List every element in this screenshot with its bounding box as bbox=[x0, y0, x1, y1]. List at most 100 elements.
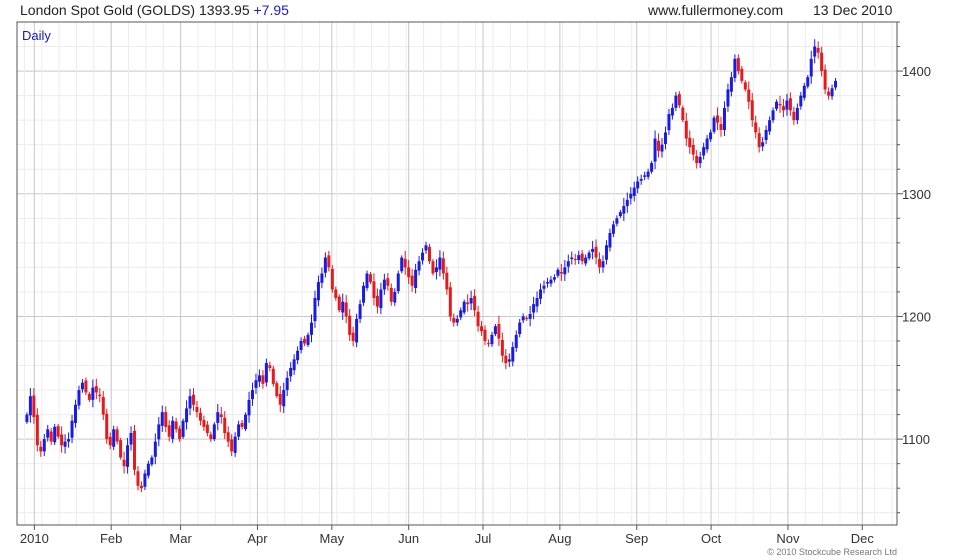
candle bbox=[709, 129, 713, 142]
candle bbox=[747, 81, 751, 110]
candle bbox=[743, 80, 747, 92]
candle bbox=[240, 419, 244, 430]
candle-body bbox=[518, 322, 522, 335]
candle bbox=[209, 431, 213, 442]
candle-body bbox=[344, 302, 348, 317]
candle bbox=[539, 283, 543, 305]
candle-body bbox=[87, 393, 91, 400]
candle bbox=[622, 197, 626, 222]
candle bbox=[414, 263, 418, 294]
x-tick-label: Mar bbox=[169, 531, 192, 546]
candle-body bbox=[167, 425, 171, 437]
candle-body bbox=[105, 413, 109, 440]
candle-body bbox=[101, 396, 105, 415]
candle-body bbox=[816, 48, 820, 53]
candle bbox=[452, 313, 456, 327]
candle bbox=[32, 388, 36, 424]
candle bbox=[205, 420, 209, 437]
candle bbox=[643, 171, 647, 181]
candle bbox=[431, 259, 435, 276]
candle bbox=[87, 391, 91, 402]
candle bbox=[823, 64, 827, 95]
candle-body bbox=[330, 268, 334, 290]
candle-body bbox=[532, 304, 536, 313]
candle bbox=[684, 112, 688, 146]
candle-body bbox=[493, 326, 497, 335]
candle bbox=[410, 269, 414, 292]
candle bbox=[466, 294, 470, 312]
candle-body bbox=[195, 406, 199, 413]
candle bbox=[816, 41, 820, 59]
candle-body bbox=[622, 206, 626, 214]
candle-body bbox=[278, 393, 282, 405]
candle-body bbox=[729, 77, 733, 92]
candle bbox=[702, 142, 706, 160]
candle-body bbox=[639, 179, 643, 181]
candle-body bbox=[323, 257, 327, 273]
candle-body bbox=[709, 132, 713, 140]
candle bbox=[448, 282, 452, 322]
candle-body bbox=[584, 257, 588, 264]
candle-body bbox=[545, 282, 549, 284]
candle-body bbox=[712, 117, 716, 132]
candle bbox=[761, 137, 765, 152]
x-tick-label: Apr bbox=[247, 531, 268, 546]
candle-body bbox=[514, 334, 518, 348]
candle-body bbox=[736, 58, 740, 72]
candle bbox=[28, 388, 32, 423]
candle-body bbox=[70, 420, 74, 438]
candle-body bbox=[198, 412, 202, 421]
y-tick-label: 1400 bbox=[902, 64, 931, 79]
candle-body bbox=[542, 285, 546, 289]
candle-body bbox=[490, 334, 494, 345]
candle-body bbox=[80, 382, 84, 390]
candle-body bbox=[806, 77, 810, 87]
candle bbox=[167, 420, 171, 442]
candle-body bbox=[358, 304, 362, 319]
candle-body bbox=[771, 110, 775, 121]
candle-body bbox=[63, 441, 67, 447]
candle-body bbox=[754, 122, 758, 133]
candle-body bbox=[799, 95, 803, 107]
candle-body bbox=[84, 380, 88, 393]
candle-body bbox=[382, 279, 386, 290]
candle-body bbox=[126, 445, 130, 467]
y-tick-label: 1100 bbox=[902, 432, 930, 447]
candle-body bbox=[646, 171, 650, 177]
candle bbox=[400, 255, 404, 274]
candle bbox=[393, 288, 397, 306]
candle-body bbox=[292, 359, 296, 371]
candle-body bbox=[716, 115, 720, 123]
candle-body bbox=[768, 120, 772, 132]
candle bbox=[365, 270, 369, 291]
candle bbox=[94, 378, 98, 400]
candle bbox=[722, 101, 726, 137]
candle bbox=[757, 127, 761, 153]
candle-body bbox=[230, 439, 234, 452]
candle bbox=[63, 434, 67, 454]
period-label: Daily bbox=[22, 28, 51, 43]
candle bbox=[233, 432, 237, 457]
x-tick-label: Sep bbox=[625, 531, 648, 546]
candle bbox=[570, 251, 574, 265]
candle bbox=[355, 313, 359, 348]
candle bbox=[296, 346, 300, 365]
candle bbox=[695, 150, 699, 169]
candle bbox=[504, 349, 508, 370]
candle-body bbox=[250, 390, 254, 400]
candle-body bbox=[205, 424, 209, 433]
candle-body bbox=[271, 368, 275, 384]
candle-body bbox=[160, 412, 164, 426]
candle-body bbox=[691, 144, 695, 155]
candle bbox=[303, 335, 307, 347]
candle bbox=[330, 265, 334, 293]
candle-body bbox=[476, 311, 480, 327]
candle-body bbox=[56, 426, 60, 437]
candle bbox=[174, 417, 178, 433]
candle bbox=[809, 50, 813, 84]
candle-body bbox=[132, 430, 136, 470]
candle-body bbox=[313, 298, 317, 322]
candle-body bbox=[237, 424, 241, 437]
candle bbox=[139, 481, 143, 493]
candle bbox=[705, 134, 709, 153]
